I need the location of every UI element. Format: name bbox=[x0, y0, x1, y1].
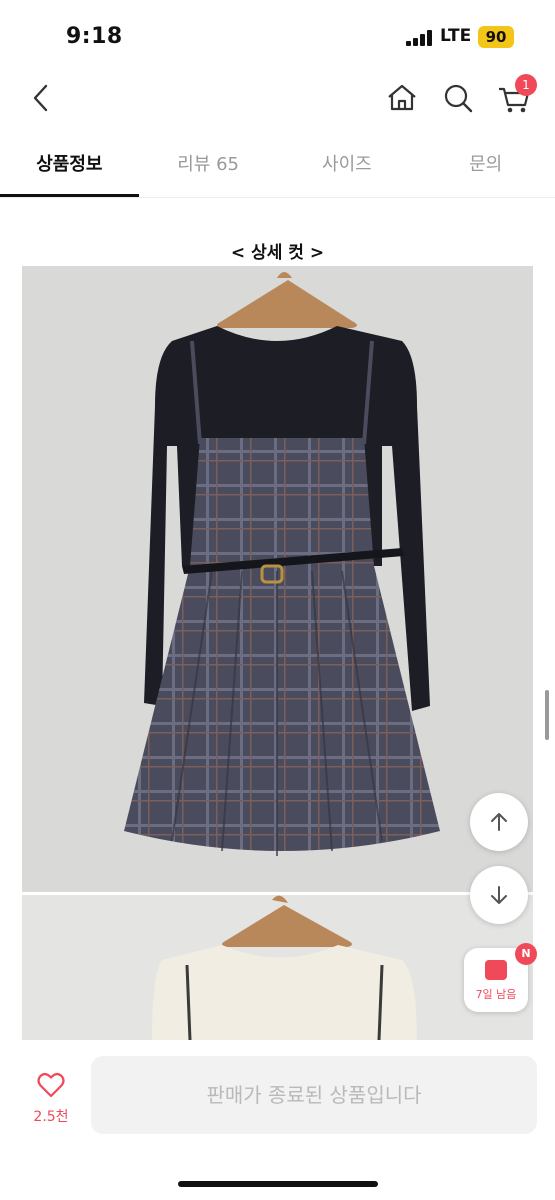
product-detail-photo-2 bbox=[22, 895, 533, 1040]
tab-size[interactable]: 사이즈 bbox=[278, 140, 417, 197]
tab-reviews[interactable]: 리뷰 65 bbox=[139, 140, 278, 197]
tab-inquiry[interactable]: 문의 bbox=[416, 140, 555, 197]
back-icon[interactable] bbox=[22, 78, 62, 118]
home-icon[interactable] bbox=[382, 78, 422, 118]
battery-indicator: 90 bbox=[478, 26, 514, 48]
sold-out-button[interactable]: 판매가 종료된 상품입니다 bbox=[91, 1056, 537, 1134]
tab-product-info[interactable]: 상품정보 bbox=[0, 140, 139, 197]
cart-count-badge: 1 bbox=[515, 74, 537, 96]
coupon-days-left: 7일 남음 bbox=[475, 988, 517, 1001]
search-icon[interactable] bbox=[438, 78, 478, 118]
bottom-bar: 2.5천 판매가 종료된 상품입니다 bbox=[0, 1040, 555, 1200]
coupon-new-badge: N bbox=[515, 943, 537, 965]
product-detail-photo bbox=[22, 266, 533, 892]
scrollbar[interactable] bbox=[545, 690, 549, 740]
arrow-up-icon bbox=[491, 813, 507, 831]
arrow-down-icon bbox=[491, 886, 507, 904]
top-nav bbox=[0, 70, 555, 130]
heart-icon bbox=[37, 1073, 65, 1098]
network-label: LTE bbox=[440, 26, 472, 46]
like-button[interactable]: 2.5천 bbox=[22, 1072, 80, 1126]
scroll-down-button[interactable] bbox=[470, 866, 528, 924]
detail-section-title: < 상세 컷 > bbox=[230, 243, 325, 263]
status-time: 9:18 bbox=[66, 24, 123, 49]
like-count: 2.5천 bbox=[33, 1109, 69, 1125]
coupon-icon bbox=[485, 960, 507, 980]
status-bar: 9:18 LTE 90 bbox=[0, 0, 555, 70]
home-indicator bbox=[178, 1181, 378, 1187]
signal-icon bbox=[406, 30, 434, 46]
product-tabs: 상품정보 리뷰 65 사이즈 문의 bbox=[0, 140, 555, 198]
scroll-up-button[interactable] bbox=[470, 793, 528, 851]
